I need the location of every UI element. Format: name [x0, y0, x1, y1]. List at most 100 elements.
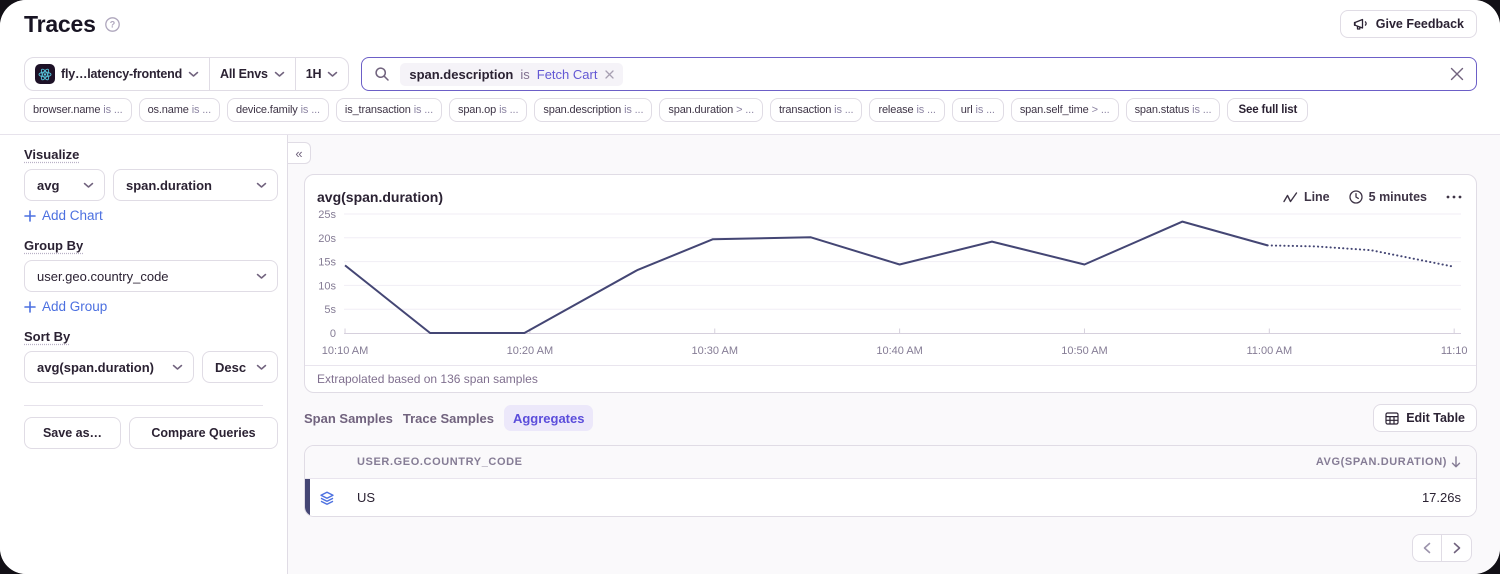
filter-chip-span.op[interactable]: span.op is ...	[448, 98, 528, 122]
page-title: Traces	[24, 10, 96, 37]
next-page-button[interactable]	[1442, 534, 1472, 562]
chart-footnote: Extrapolated based on 136 span samples	[305, 365, 1476, 392]
project-selector[interactable]: fly…latency-frontend	[25, 58, 209, 90]
tab-aggregates[interactable]: Aggregates	[503, 405, 594, 431]
edit-table-button[interactable]: Edit Table	[1373, 404, 1477, 432]
column-header-country-code[interactable]: USER.GEO.COUNTRY_CODE	[305, 456, 523, 468]
svg-text:15s: 15s	[318, 257, 336, 269]
filter-chip-release[interactable]: release is ...	[869, 98, 945, 122]
collapse-sidebar-button[interactable]: «	[288, 142, 311, 164]
chevron-down-icon	[83, 182, 94, 188]
svg-text:10:50 AM: 10:50 AM	[1061, 345, 1108, 357]
add-chart-button[interactable]: Add Chart	[24, 208, 278, 223]
svg-text:10s: 10s	[318, 280, 336, 292]
country-code-value: US	[357, 490, 376, 505]
add-group-button[interactable]: Add Group	[24, 299, 278, 314]
filter-chip-url[interactable]: url is ...	[951, 98, 1004, 122]
react-project-icon	[35, 64, 55, 84]
megaphone-icon	[1353, 17, 1369, 32]
chart-type-line-button[interactable]: Line	[1283, 190, 1330, 204]
help-icon[interactable]: ?	[104, 16, 120, 32]
chevron-down-icon	[274, 71, 284, 77]
series-color-swatch	[305, 479, 310, 516]
chart-panel: avg(span.duration) Line 5 minutes 0 5s 1…	[304, 174, 1477, 393]
filter-chip-span.self_time[interactable]: span.self_time > ...	[1010, 98, 1119, 122]
search-clear-icon[interactable]	[1450, 67, 1464, 81]
compare-queries-button[interactable]: Compare Queries	[129, 417, 278, 449]
filter-chip-span.duration[interactable]: span.duration > ...	[659, 98, 763, 122]
query-sidebar: Visualize avg span.duration Add Chart Gr…	[0, 135, 288, 574]
tab-trace-samples[interactable]: Trace Samples	[403, 405, 494, 431]
see-full-list-button[interactable]: See full list	[1227, 98, 1309, 122]
previous-page-button[interactable]	[1412, 534, 1442, 562]
sort-by-heading: Sort By	[24, 329, 71, 344]
visualize-field-select[interactable]: span.duration	[113, 169, 278, 201]
filter-chip-transaction[interactable]: transaction is ...	[770, 98, 863, 122]
sort-direction-select[interactable]: Desc	[202, 351, 278, 383]
tab-span-samples[interactable]: Span Samples	[304, 405, 393, 431]
chevron-down-icon	[256, 273, 267, 279]
traces-page: Traces ? Give Feedback fly…latency-front…	[0, 0, 1500, 574]
avg-duration-value: 17.26s	[1421, 490, 1461, 505]
chevron-down-icon	[256, 364, 267, 370]
clock-icon	[1348, 190, 1363, 204]
page-filter-bar: fly…latency-frontend All Envs 1H	[24, 57, 350, 91]
page-header: Traces ? Give Feedback fly…latency-front…	[0, 0, 1500, 135]
filter-chip-is_transaction[interactable]: is_transaction is ...	[335, 98, 442, 122]
svg-text:5s: 5s	[324, 304, 336, 316]
filter-chip-browser.name[interactable]: browser.name is ...	[24, 98, 132, 122]
svg-text:10:30 AM: 10:30 AM	[691, 345, 738, 357]
filter-chip-span.status[interactable]: span.status is ...	[1125, 98, 1221, 122]
chart-more-options-button[interactable]	[1446, 195, 1462, 199]
chevron-down-icon	[256, 182, 267, 188]
chart-title: avg(span.duration)	[317, 189, 444, 205]
column-header-avg-duration[interactable]: AVG(SPAN.DURATION)	[1316, 456, 1476, 468]
filter-chip-span.description[interactable]: span.description is ...	[534, 98, 653, 122]
search-token[interactable]: span.description is Fetch Cart	[400, 62, 624, 86]
sort-desc-icon	[1451, 456, 1461, 468]
stacked-spans-icon[interactable]	[319, 490, 335, 506]
sort-field-select[interactable]: avg(span.duration)	[24, 351, 194, 383]
group-by-heading: Group By	[24, 238, 84, 253]
search-input[interactable]: span.description is Fetch Cart	[361, 57, 1477, 91]
plus-icon	[24, 209, 36, 222]
search-icon	[375, 67, 390, 81]
samples-tabs: Span Samples Trace Samples Aggregates Edit…	[304, 404, 1477, 432]
svg-text:11:00 AM: 11:00 AM	[1246, 345, 1292, 357]
pagination	[304, 534, 1477, 562]
filter-chip-os.name[interactable]: os.name is ...	[138, 98, 220, 122]
line-chart-icon	[1283, 191, 1298, 202]
aggregates-table: USER.GEO.COUNTRY_CODE AVG(SPAN.DURATION)…	[304, 445, 1477, 517]
svg-text:10:40 AM: 10:40 AM	[876, 345, 923, 357]
chevron-left-icon	[1423, 542, 1431, 554]
ellipsis-icon	[1446, 195, 1462, 199]
duration-line-chart: 0 5s 10s 15s 20s 25s 10:10 AM 10:20 AM 10:30 AM 1…	[305, 208, 1476, 365]
environment-selector[interactable]: All Envs	[210, 58, 295, 90]
chevron-down-icon	[188, 71, 199, 77]
table-row[interactable]: US 17.26s	[305, 479, 1476, 516]
svg-text:11:10: 11:10	[1441, 345, 1468, 357]
save-as-button[interactable]: Save as…	[24, 417, 121, 449]
aggregate-select[interactable]: avg	[24, 169, 105, 201]
plus-icon	[24, 300, 36, 313]
time-range-selector[interactable]: 1H	[296, 58, 349, 90]
give-feedback-button[interactable]: Give Feedback	[1339, 10, 1477, 38]
chevron-down-icon	[328, 71, 338, 77]
svg-text:0: 0	[330, 328, 336, 340]
token-remove-icon[interactable]	[605, 69, 615, 79]
visualize-heading: Visualize	[24, 147, 80, 162]
suggested-filters-row: browser.name is ... os.name is ... device.fa…	[24, 98, 1477, 122]
chevron-down-icon	[172, 364, 183, 370]
table-icon	[1385, 411, 1399, 425]
filter-chip-device.family[interactable]: device.family is ...	[227, 98, 329, 122]
svg-text:?: ?	[109, 19, 115, 29]
svg-text:10:20 AM: 10:20 AM	[507, 345, 554, 357]
svg-text:25s: 25s	[318, 209, 336, 221]
svg-text:20s: 20s	[318, 233, 336, 245]
main-content: « avg(span.duration) Line 5 minutes 0 5s…	[288, 135, 1500, 574]
chart-interval-button[interactable]: 5 minutes	[1348, 190, 1427, 204]
chevron-right-icon	[1453, 542, 1460, 554]
sidebar-divider	[24, 405, 263, 406]
group-by-select[interactable]: user.geo.country_code	[24, 260, 278, 292]
svg-text:10:10 AM: 10:10 AM	[322, 345, 369, 357]
